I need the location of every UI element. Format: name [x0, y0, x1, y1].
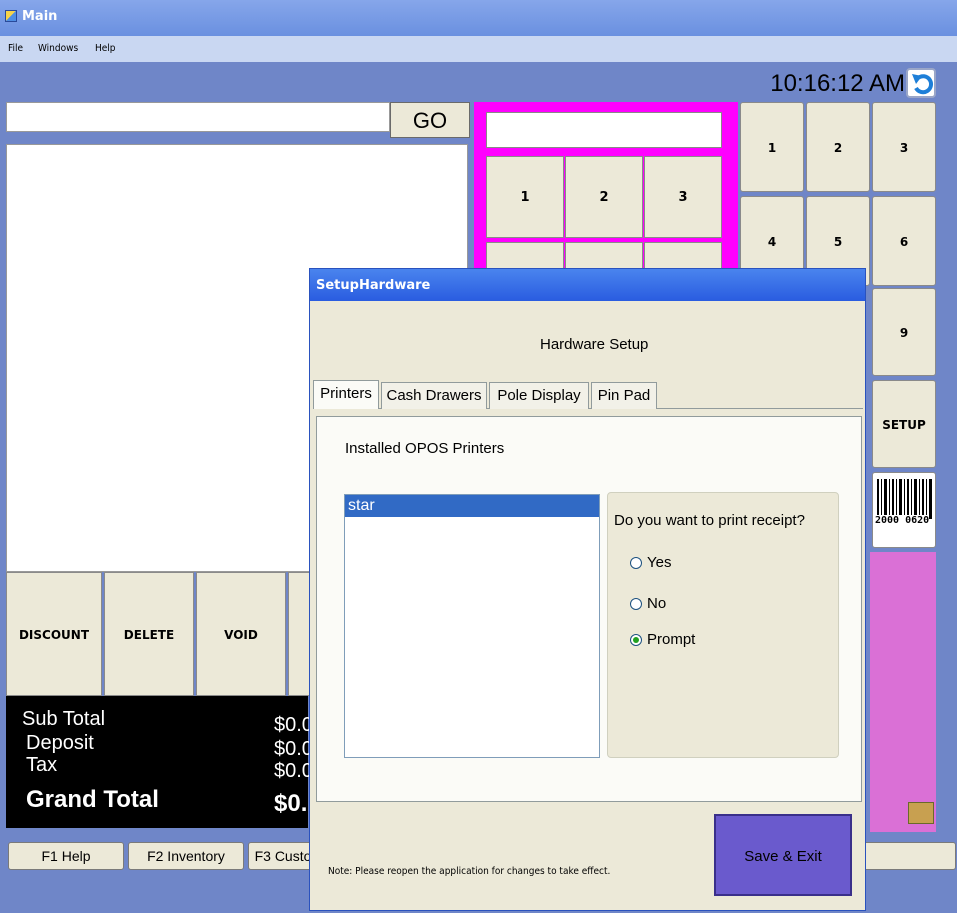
delete-button[interactable]: DELETE	[104, 572, 194, 696]
radio-yes[interactable]	[630, 557, 642, 569]
undo-button[interactable]	[906, 68, 936, 98]
keypad-input[interactable]	[486, 112, 722, 148]
mag-key-2[interactable]: 2	[565, 156, 643, 238]
dialog-title: SetupHardware	[316, 278, 431, 293]
menu-bar: File Windows Help	[0, 36, 957, 62]
tab-cash-drawers[interactable]: Cash Drawers	[381, 382, 487, 409]
menu-windows[interactable]: Windows	[38, 43, 78, 54]
print-receipt-question: Do you want to print receipt?	[614, 512, 805, 529]
barcode-button[interactable]: 2000 0620	[872, 472, 936, 548]
sub-total-value: $0.0	[274, 714, 313, 736]
sub-total-label: Sub Total	[22, 708, 106, 730]
receipt-options-group	[607, 492, 839, 758]
discount-button[interactable]: DISCOUNT	[6, 572, 102, 696]
barcode-text: 2000 0620	[875, 515, 930, 526]
printers-listbox[interactable]	[344, 494, 600, 758]
radio-no[interactable]	[630, 598, 642, 610]
save-exit-button[interactable]: Save & Exit	[714, 814, 852, 896]
installed-printers-label: Installed OPOS Printers	[345, 440, 505, 457]
deposit-value: $0.0	[274, 738, 313, 760]
tab-pole-display[interactable]: Pole Display	[489, 382, 589, 409]
clock: 10:16:12 AM	[770, 70, 905, 97]
pink-panel	[870, 552, 936, 832]
right-key-3[interactable]: 3	[872, 102, 936, 192]
f3-customer-button[interactable]: F3 Custo	[248, 842, 318, 870]
hardware-setup-heading: Hardware Setup	[540, 336, 649, 353]
function-key-button[interactable]	[852, 842, 956, 870]
grand-total-label: Grand Total	[26, 786, 159, 813]
reopen-note: Note: Please reopen the application for …	[328, 866, 611, 877]
right-key-9[interactable]: 9	[872, 288, 936, 376]
radio-prompt[interactable]	[630, 634, 642, 646]
right-key-2[interactable]: 2	[806, 102, 870, 192]
right-key-1[interactable]: 1	[740, 102, 804, 192]
mag-key-3[interactable]: 3	[644, 156, 722, 238]
radio-no-label[interactable]: No	[647, 595, 666, 612]
grand-total-value: $0.	[274, 790, 308, 817]
tax-value: $0.0	[274, 760, 313, 782]
f2-inventory-button[interactable]: F2 Inventory	[128, 842, 244, 870]
deposit-label: Deposit	[26, 732, 94, 754]
right-key-6[interactable]: 6	[872, 196, 936, 286]
window-title: Main	[22, 9, 58, 24]
totals-panel: Sub Total $0.0 Deposit $0.0 Tax $0.0 Gra…	[6, 696, 313, 828]
dialog-titlebar: SetupHardware	[310, 269, 865, 301]
cash-drawer-icon[interactable]	[908, 802, 934, 824]
menu-help[interactable]: Help	[95, 43, 116, 54]
tab-printers[interactable]: Printers	[313, 380, 379, 409]
radio-prompt-label[interactable]: Prompt	[647, 631, 695, 648]
item-search-input[interactable]	[6, 102, 390, 132]
app-icon	[5, 10, 17, 22]
undo-arrow-icon	[912, 74, 934, 95]
setup-button[interactable]: SETUP	[872, 380, 936, 468]
menu-file[interactable]: File	[8, 43, 23, 54]
mag-key-1[interactable]: 1	[486, 156, 564, 238]
f1-help-button[interactable]: F1 Help	[8, 842, 124, 870]
void-button[interactable]: VOID	[196, 572, 286, 696]
radio-yes-label[interactable]: Yes	[647, 554, 671, 571]
printer-list-item[interactable]: star	[345, 495, 599, 517]
go-button[interactable]: GO	[390, 102, 470, 138]
tab-pin-pad[interactable]: Pin Pad	[591, 382, 657, 409]
tax-label: Tax	[26, 754, 58, 776]
window-titlebar: Main	[0, 0, 957, 36]
